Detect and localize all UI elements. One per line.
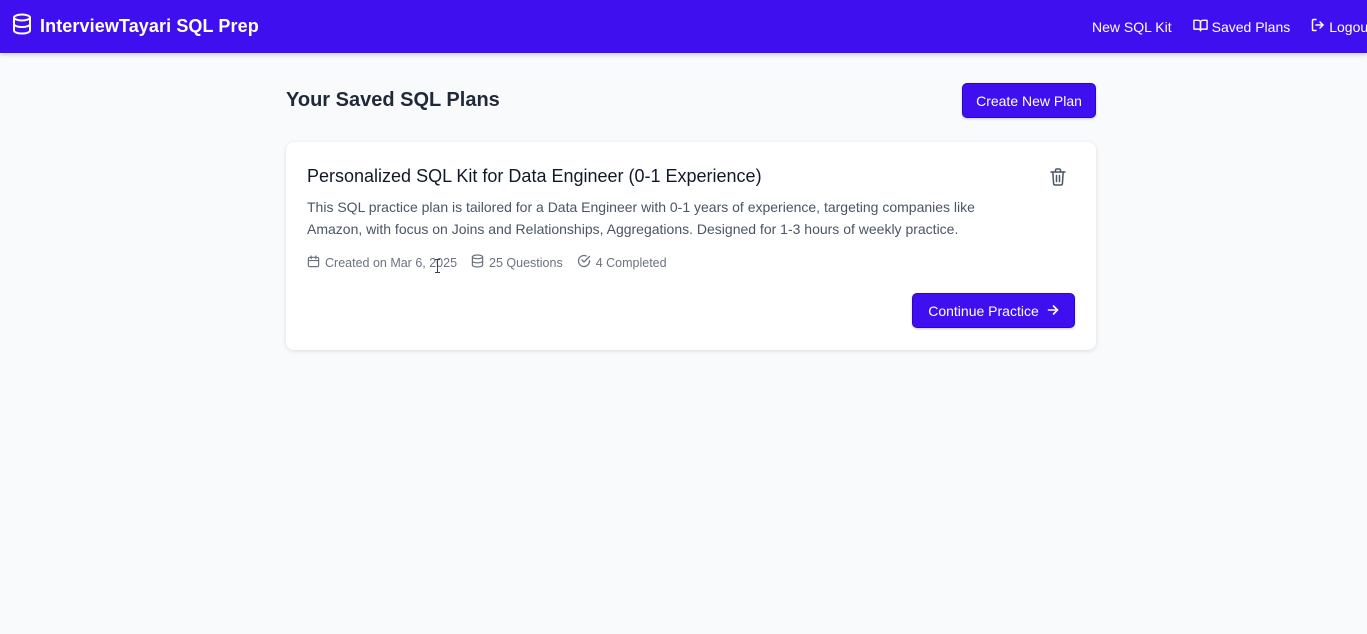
arrow-right-icon: [1047, 303, 1059, 319]
nav-saved-plans[interactable]: Saved Plans: [1192, 18, 1291, 35]
text-cursor-icon: [434, 259, 441, 273]
calendar-icon: [307, 254, 320, 271]
book-open-icon: [1192, 18, 1208, 35]
database-icon: [471, 254, 484, 271]
plan-questions: 25 Questions: [471, 254, 563, 271]
nav-saved-plans-label: Saved Plans: [1211, 18, 1291, 35]
top-navbar: InterviewTayari SQL Prep New SQL Kit Sav…: [0, 0, 1367, 53]
nav-new-sql-kit[interactable]: New SQL Kit: [1092, 19, 1172, 35]
plan-completed: 4 Completed: [577, 254, 667, 271]
continue-practice-label: Continue Practice: [928, 302, 1039, 319]
database-icon: [12, 13, 32, 40]
page-title: Your Saved SQL Plans: [286, 89, 500, 111]
brand[interactable]: InterviewTayari SQL Prep: [12, 0, 259, 53]
plan-meta: Created on Mar 6, 2025 25 Questions 4 Co…: [307, 254, 667, 271]
continue-practice-button[interactable]: Continue Practice: [912, 293, 1075, 328]
nav-new-sql-kit-label: New SQL Kit: [1092, 18, 1172, 35]
plan-card: Personalized SQL Kit for Data Engineer (…: [286, 142, 1096, 350]
plan-title: Personalized SQL Kit for Data Engineer (…: [307, 166, 762, 186]
check-circle-icon: [577, 254, 591, 271]
plan-completed-label: 4 Completed: [595, 255, 667, 270]
nav-logout[interactable]: Logout: [1311, 18, 1367, 35]
nav-links: New SQL Kit Saved Plans Logout: [1092, 0, 1367, 53]
trash-icon: [1050, 167, 1066, 191]
logout-icon: [1311, 18, 1325, 35]
plan-questions-label: 25 Questions: [489, 255, 563, 270]
app-title: InterviewTayari SQL Prep: [40, 16, 259, 36]
create-new-plan-button[interactable]: Create New Plan: [962, 83, 1096, 118]
plan-description: This SQL practice plan is tailored for a…: [307, 199, 975, 237]
nav-logout-label: Logout: [1329, 18, 1367, 35]
delete-plan-button[interactable]: [1048, 167, 1068, 191]
